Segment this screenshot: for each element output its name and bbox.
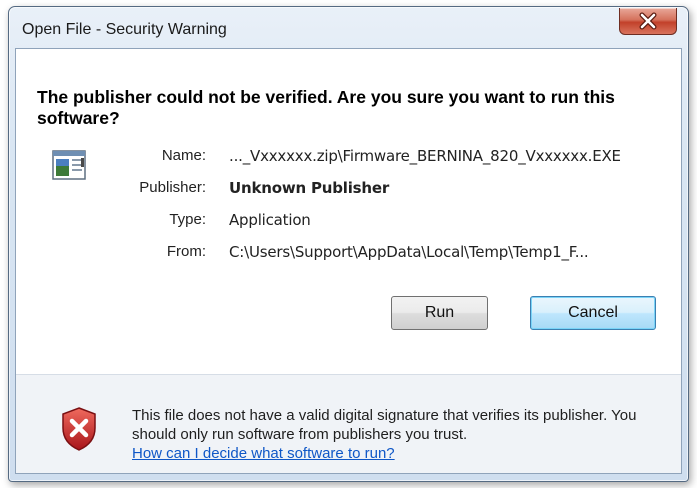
name-label: Name: bbox=[161, 147, 206, 164]
title-bar[interactable]: Open File - Security Warning bbox=[9, 7, 688, 47]
publisher-label: Publisher: bbox=[139, 179, 206, 196]
close-icon bbox=[639, 12, 657, 30]
red-shield-x-icon bbox=[62, 407, 96, 451]
cancel-button[interactable]: Cancel bbox=[530, 296, 656, 330]
close-button[interactable] bbox=[619, 8, 677, 35]
help-link[interactable]: How can I decide what software to run? bbox=[132, 445, 395, 462]
type-value: Application bbox=[229, 211, 311, 229]
footer-message: This file does not have a valid digital … bbox=[132, 406, 652, 463]
warning-heading: The publisher could not be verified. Are… bbox=[37, 87, 615, 128]
run-button[interactable]: Run bbox=[391, 296, 488, 330]
from-label: From: bbox=[166, 243, 206, 260]
from-path-value: C:\Users\Support\AppData\Local\Temp\Temp… bbox=[229, 243, 589, 261]
security-warning-dialog: Open File - Security Warning The publish… bbox=[8, 6, 689, 482]
signature-warning-text: This file does not have a valid digital … bbox=[132, 407, 637, 443]
file-name-value: ..._Vxxxxxx.zip\Firmware_BERNINA_820_Vxx… bbox=[229, 147, 621, 165]
publisher-value: Unknown Publisher bbox=[229, 179, 390, 197]
window-title: Open File - Security Warning bbox=[22, 21, 227, 38]
type-label: Type: bbox=[169, 211, 206, 228]
dialog-content: The publisher could not be verified. Are… bbox=[15, 48, 682, 474]
